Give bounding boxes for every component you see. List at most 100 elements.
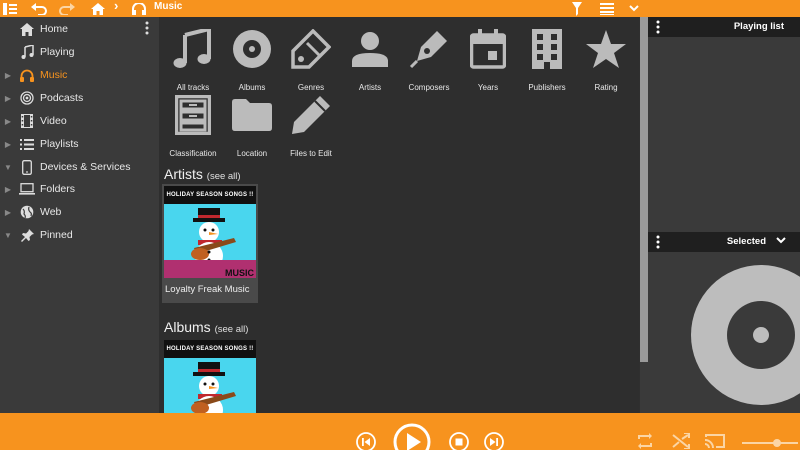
artists-section-title: Artists (see all) [164,166,241,182]
category-classification[interactable]: Classification [160,91,226,158]
sidebar-item-folders[interactable]: ▶ Folders [0,178,159,200]
chevron-down-icon[interactable] [627,0,641,17]
sidebar-item-podcasts[interactable]: ▶ Podcasts [0,87,159,109]
section-title-text: Albums [164,319,211,335]
category-label: Rating [594,83,618,92]
device-icon [18,158,36,176]
music-note-icon [18,43,36,61]
category-artists[interactable]: Artists [337,25,403,92]
sidebar-item-music[interactable]: ▶ Music [0,64,159,86]
sidebar-item-video[interactable]: ▶ Video [0,110,159,132]
expand-caret-icon[interactable]: ▶ [2,117,14,126]
sidebar-item-home[interactable]: Home [0,18,159,40]
next-track-icon[interactable] [483,431,505,450]
category-label: Years [477,83,499,92]
breadcrumb-separator-icon: › [114,0,119,13]
category-genres[interactable]: Genres [278,25,344,92]
category-files-to-edit[interactable]: Files to Edit [278,91,344,158]
film-icon [18,112,36,130]
sidebar-item-label: Music [40,69,68,81]
category-years[interactable]: Years [455,25,521,92]
album-cover-image: HOLIDAY SEASON SONGS !! [164,340,256,413]
sidebar-item-label: Playing [40,46,75,58]
category-all-tracks[interactable]: All tracks [160,25,226,92]
sidebar-toggle-icon[interactable] [2,0,18,17]
expand-caret-icon[interactable]: ▶ [2,208,14,217]
albums-section-title: Albums (see all) [164,319,248,335]
category-label: Files to Edit [290,149,332,158]
globe-icon [18,203,36,221]
sidebar-item-devices-services[interactable]: ▼ Devices & Services [0,156,159,178]
breadcrumb-current[interactable]: Music [154,0,182,17]
play-button[interactable] [392,422,432,450]
pin-icon [18,226,36,244]
sidebar-item-label: Devices & Services [40,161,131,173]
playing-list-title: Playing list [733,21,784,32]
person-icon [337,25,403,73]
shuffle-icon[interactable] [670,431,692,450]
headphones-icon[interactable] [131,0,147,17]
chevron-down-icon[interactable] [776,233,786,250]
category-label: Location [236,149,268,158]
volume-slider[interactable] [742,439,798,447]
see-all-artists-link[interactable]: (see all) [207,171,241,182]
sidebar-item-playlists[interactable]: ▶ Playlists [0,133,159,155]
sidebar-item-pinned[interactable]: ▼ Pinned [0,224,159,246]
cast-icon[interactable] [703,431,727,450]
cover-title-text: MUSIC [225,268,254,278]
home-icon[interactable] [90,0,106,17]
star-icon [573,25,639,73]
sidebar-item-label: Pinned [40,229,73,241]
repeat-icon[interactable] [634,431,656,450]
category-composers[interactable]: Composers [396,25,462,92]
cabinet-icon [160,91,226,139]
sidebar-item-label: Video [40,115,67,127]
player-bar [0,413,800,450]
category-publishers[interactable]: Publishers [514,25,580,92]
playing-list-header: Playing list [648,17,800,37]
category-label: Classification [169,149,217,158]
sidebar-item-label: Web [40,206,62,218]
playing-list-more-icon[interactable] [656,20,662,34]
previous-track-icon[interactable] [355,431,377,450]
category-albums[interactable]: Albums [219,25,285,92]
disc-icon [219,25,285,73]
artist-cover-image: HOLIDAY SEASON SONGS !! MUSIC [164,186,256,278]
album-card[interactable]: HOLIDAY SEASON SONGS !! [162,338,258,413]
sidebar-item-label: Podcasts [40,92,84,104]
building-icon [514,25,580,73]
cover-banner-text: HOLIDAY SEASON SONGS !! [164,186,256,204]
selected-artwork [648,252,800,413]
artist-name: Loyalty Freak Music [165,284,250,295]
sidebar-item-playing[interactable]: Playing [0,41,159,63]
selected-header: Selected [648,232,800,252]
expand-caret-icon[interactable]: ▼ [2,231,14,240]
expand-caret-icon[interactable]: ▼ [2,163,14,172]
category-location[interactable]: Location [219,91,285,158]
podcast-icon [18,89,36,107]
expand-caret-icon[interactable]: ▶ [2,94,14,103]
playlist-icon [18,135,36,153]
sidebar-item-label: Folders [40,183,76,195]
list-view-icon[interactable] [598,0,616,17]
category-label: Composers [408,83,450,92]
filter-icon[interactable] [570,0,584,17]
selected-title: Selected [726,236,766,247]
music-note-icon [160,25,226,73]
undo-icon[interactable] [30,0,48,17]
scrollbar-thumb[interactable] [640,17,648,362]
expand-caret-icon[interactable]: ▶ [2,71,14,80]
fountain-pen-icon [396,25,462,73]
category-rating[interactable]: Rating [573,25,639,92]
expand-caret-icon[interactable]: ▶ [2,140,14,149]
see-all-albums-link[interactable]: (see all) [215,324,249,335]
selected-more-icon[interactable] [656,235,662,249]
sidebar-item-web[interactable]: ▶ Web [0,201,159,223]
expand-caret-icon[interactable]: ▶ [2,185,14,194]
pencil-icon [278,91,344,139]
stop-icon[interactable] [448,431,470,450]
folder-icon [219,91,285,139]
redo-icon[interactable] [58,0,76,17]
category-label: Artists [358,83,382,92]
artist-card[interactable]: HOLIDAY SEASON SONGS !! MUSIC Loyalty Fr… [162,184,258,303]
